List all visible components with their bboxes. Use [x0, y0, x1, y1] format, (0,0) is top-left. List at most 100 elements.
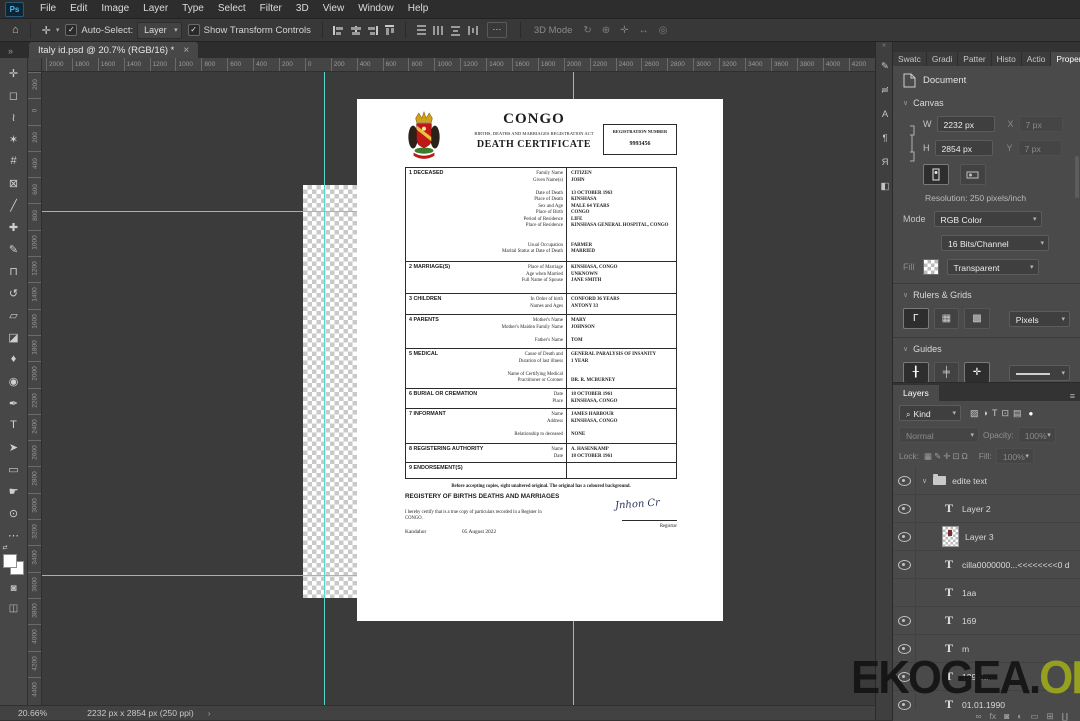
layer-filter-kind-dropdown[interactable]: ⌕ Kind ▾: [899, 405, 961, 421]
grid-settings-button[interactable]: ▩: [964, 308, 990, 329]
show-transform-checkbox[interactable]: ✓: [187, 24, 200, 36]
filter-type-layers-icon[interactable]: T: [990, 408, 1000, 419]
path-selection-tool[interactable]: ➤: [3, 436, 25, 458]
menu-item[interactable]: 3D: [289, 0, 316, 18]
bit-depth-dropdown[interactable]: 16 Bits/Channel ▾: [941, 235, 1049, 251]
canvas-height-field[interactable]: 2854 px: [934, 140, 993, 156]
home-icon[interactable]: ⌂: [8, 24, 23, 36]
layer-effects-icon[interactable]: fx: [990, 711, 997, 721]
eyedropper-tool[interactable]: ╱: [3, 194, 25, 216]
screen-mode-button[interactable]: ◫: [4, 602, 24, 616]
distribute-horizontal-icon[interactable]: [432, 24, 445, 37]
delete-layer-icon[interactable]: ∐: [1062, 711, 1068, 721]
zoom-tool[interactable]: ⊙: [3, 502, 25, 524]
rectangle-tool[interactable]: ▭: [3, 458, 25, 480]
align-center-horizontal-icon[interactable]: [349, 24, 362, 37]
panel-tab[interactable]: Histo: [991, 52, 1022, 66]
document-tab[interactable]: Italy id.psd @ 20.7% (RGB/16) * ×: [29, 42, 199, 58]
toggle-grid-button[interactable]: ▦: [933, 308, 960, 329]
toggle-guides-button[interactable]: ╂: [903, 362, 929, 382]
3d-pan-icon[interactable]: ✛: [615, 25, 633, 36]
menu-item[interactable]: Filter: [253, 0, 289, 18]
layer-row[interactable]: ∨ T edite text: [893, 467, 1080, 495]
panel-tab[interactable]: Swatc: [893, 52, 927, 66]
opacity-field[interactable]: 100% ▾: [1017, 427, 1056, 443]
lasso-tool[interactable]: ≀: [3, 106, 25, 128]
layer-visibility-toggle[interactable]: [893, 523, 916, 550]
libraries-panel-icon[interactable]: ◧: [876, 174, 894, 198]
canvas-area[interactable]: CONGO BIRTHS, DEATHS AND MARRIAGES REGIS…: [42, 72, 875, 705]
layer-visibility-toggle[interactable]: [893, 495, 916, 522]
3d-roll-icon[interactable]: ⊕: [597, 25, 615, 36]
type-tool[interactable]: T: [3, 414, 25, 436]
object-selection-tool[interactable]: ✶: [3, 128, 25, 150]
guides-section-header[interactable]: ∨ Guides: [903, 344, 1070, 354]
dock-grip-icon[interactable]: »: [876, 42, 892, 54]
lock-all-icon[interactable]: Ω: [960, 451, 968, 462]
canvas-x-field[interactable]: 7 px: [1018, 116, 1063, 132]
adjustment-layer-icon[interactable]: ◐: [1017, 711, 1022, 721]
layer-visibility-toggle[interactable]: [893, 467, 916, 494]
chevron-down-icon[interactable]: ▾: [56, 26, 60, 34]
align-top-icon[interactable]: [383, 24, 396, 37]
layer-row[interactable]: ∨ T Layer 2: [893, 495, 1080, 523]
gradient-tool[interactable]: ◪: [3, 326, 25, 348]
hand-tool[interactable]: ☛: [3, 480, 25, 502]
menu-item[interactable]: File: [33, 0, 63, 18]
more-options-icon[interactable]: ⋯: [486, 22, 507, 38]
blend-mode-dropdown[interactable]: Normal ▾: [899, 427, 979, 443]
close-icon[interactable]: ×: [183, 45, 189, 56]
panel-tab[interactable]: Properties: [1051, 52, 1080, 66]
paragraph-panel-icon[interactable]: ¶: [876, 126, 894, 150]
canvas-section-header[interactable]: ∨ Canvas: [903, 98, 1070, 108]
layer-name[interactable]: Layer 2: [962, 504, 991, 514]
panel-tab[interactable]: Actio: [1021, 52, 1052, 66]
align-left-icon[interactable]: [332, 24, 345, 37]
swap-colors-icon[interactable]: ⇄: [3, 544, 8, 551]
layer-fill-field[interactable]: 100% ▾: [995, 448, 1034, 464]
tab-overflow-icon[interactable]: »: [8, 46, 13, 56]
layer-row[interactable]: ∨ T cilla0000000...<<<<<<<<0 d: [893, 551, 1080, 579]
menu-item[interactable]: Type: [175, 0, 211, 18]
brush-settings-panel-icon[interactable]: ≓: [876, 78, 894, 102]
filter-pixel-layers-icon[interactable]: ▨: [968, 408, 981, 419]
rulers-grids-section-header[interactable]: ∨ Rulers & Grids: [903, 290, 1070, 300]
character-panel-icon[interactable]: A: [876, 102, 894, 126]
vertical-guide[interactable]: [324, 72, 325, 705]
history-brush-tool[interactable]: ↺: [3, 282, 25, 304]
guide-style-dropdown[interactable]: ▾: [1008, 364, 1070, 381]
fill-dropdown[interactable]: Transparent ▾: [946, 259, 1039, 275]
frame-tool[interactable]: ⊠: [3, 172, 25, 194]
layer-row[interactable]: ∨ T 169: [893, 607, 1080, 635]
align-right-icon[interactable]: [366, 24, 379, 37]
layer-visibility-toggle[interactable]: [893, 579, 916, 606]
rectangular-marquee-tool[interactable]: ◻: [3, 84, 25, 106]
auto-select-target-dropdown[interactable]: Layer ▾: [137, 21, 182, 39]
healing-brush-tool[interactable]: ✚: [3, 216, 25, 238]
zoom-level-field[interactable]: 20.66%: [18, 708, 47, 718]
3d-orbit-icon[interactable]: ↻: [578, 25, 596, 36]
brushes-panel-icon[interactable]: ✎: [876, 54, 894, 78]
layers-tab[interactable]: Layers: [893, 385, 939, 401]
3d-zoom-icon[interactable]: ◎: [654, 25, 673, 36]
menu-item[interactable]: Window: [351, 0, 401, 18]
menu-item[interactable]: View: [316, 0, 352, 18]
color-swatches[interactable]: ⇄: [2, 545, 25, 576]
new-group-icon[interactable]: ▭: [1030, 711, 1038, 721]
layer-name[interactable]: 169: [962, 616, 976, 626]
panel-tab[interactable]: Gradi: [926, 52, 959, 66]
layer-name[interactable]: 1aa: [962, 588, 976, 598]
layer-name[interactable]: edite text: [952, 476, 987, 486]
add-layer-mask-icon[interactable]: ◙: [1004, 711, 1009, 721]
chevron-down-icon[interactable]: ∨: [922, 477, 927, 485]
lock-position-icon[interactable]: ✛: [942, 451, 951, 462]
menu-item[interactable]: Edit: [63, 0, 94, 18]
distribute-vertical-icon[interactable]: [415, 24, 428, 37]
status-options-chevron[interactable]: ›: [208, 708, 211, 718]
link-dimensions-icon[interactable]: [907, 124, 917, 164]
filter-shape-layers-icon[interactable]: ⊡: [999, 408, 1011, 419]
glyphs-panel-icon[interactable]: Я: [876, 150, 894, 174]
dodge-tool[interactable]: ◉: [3, 370, 25, 392]
scrollbar[interactable]: [1075, 156, 1079, 198]
clone-stamp-tool[interactable]: ⊓: [3, 260, 25, 282]
